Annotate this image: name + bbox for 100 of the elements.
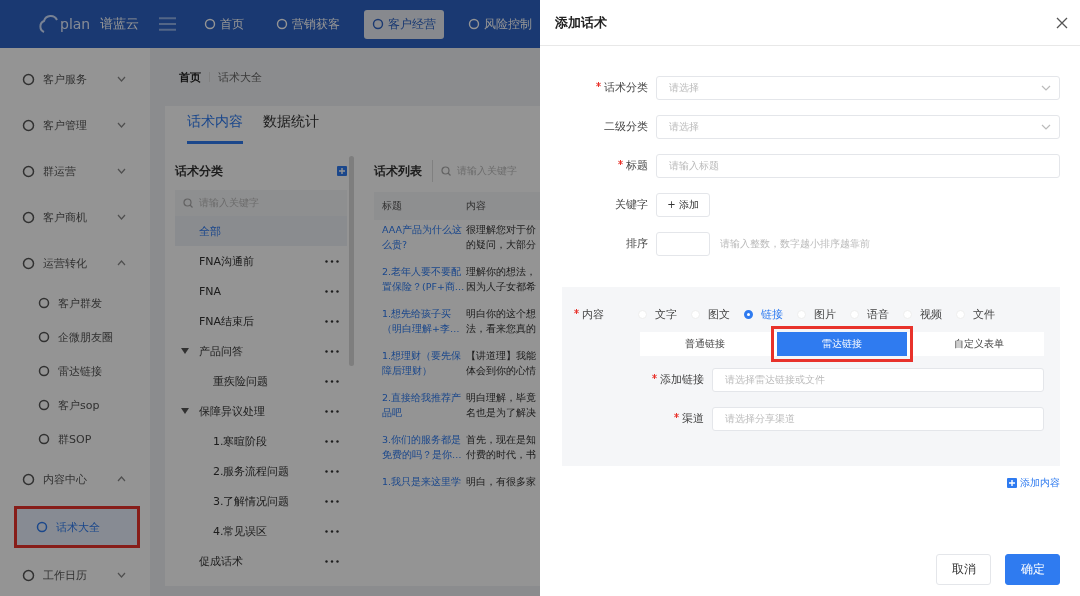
field-label: 添加链接	[660, 372, 704, 387]
brand-name: 谱蓝云	[100, 15, 140, 33]
sidebar-item[interactable]: 客户商机	[0, 194, 150, 240]
tab[interactable]: 数据统计	[263, 108, 319, 144]
tree-item[interactable]: 全部	[175, 216, 347, 246]
more-icon[interactable]	[325, 529, 339, 533]
radio-option[interactable]: 图文	[691, 307, 730, 322]
field-label: 标题	[626, 158, 648, 173]
radio-option[interactable]: 图片	[797, 307, 836, 322]
nav-icon	[372, 18, 384, 30]
nav-icon	[276, 18, 288, 30]
add-content-link[interactable]: 添加内容	[1007, 476, 1060, 490]
field-label: 关键字	[615, 197, 648, 212]
input-field[interactable]: 请输入标题	[656, 153, 1060, 178]
radio-option[interactable]: 语音	[850, 307, 889, 322]
sidebar-item[interactable]: 群SOP	[0, 422, 150, 456]
radio-option[interactable]: 视频	[903, 307, 942, 322]
tree-item[interactable]: FNA沟通前	[175, 246, 347, 276]
sidebar-item[interactable]: 企微朋友圈	[0, 320, 150, 354]
tree-item[interactable]: 促成话术	[175, 546, 347, 576]
circle-icon	[22, 472, 35, 486]
tree-item[interactable]: FNA	[175, 276, 347, 306]
nav-tab[interactable]: 风险控制	[460, 9, 540, 39]
more-icon[interactable]	[325, 349, 339, 353]
tree-item[interactable]: 4.常见误区	[175, 516, 347, 546]
table-cell-text: 【讲道理】我能体会到你的心情	[466, 349, 537, 378]
table-cell[interactable]: 2.老年人要不要配置保险？(PF+商…	[374, 264, 466, 294]
sidebar-item[interactable]: 内容中心	[0, 456, 150, 502]
plus-icon	[1007, 478, 1017, 488]
more-icon[interactable]	[325, 469, 339, 473]
tree-item[interactable]: 3.了解情况问题	[175, 486, 347, 516]
circle-icon	[22, 256, 35, 270]
sidebar-item[interactable]: 运营转化	[0, 240, 150, 286]
input-field[interactable]	[656, 231, 710, 256]
table-cell[interactable]: 3.你们的服务都是免费的吗？是你…	[374, 432, 466, 462]
plus-icon[interactable]	[337, 166, 347, 176]
more-icon[interactable]	[325, 409, 339, 413]
table-cell-text: 明白你的这个想法，看来您真的	[466, 307, 537, 336]
nav-tab[interactable]: 首页	[196, 9, 252, 39]
tree-item[interactable]: FNA结束后	[175, 306, 347, 336]
sidebar-item[interactable]: 客户群发	[0, 286, 150, 320]
logo-wordmark: plan	[60, 16, 91, 32]
tree-item[interactable]: 重疾险问题	[175, 366, 347, 396]
sidebar-item[interactable]: 工作日历	[0, 552, 150, 596]
more-icon[interactable]	[325, 499, 339, 503]
circle-icon	[38, 433, 50, 445]
table-cell-text: 理解你的想法，因为人子女都希	[466, 265, 537, 294]
table-cell[interactable]: 1.想先给孩子买（明白理解+李…	[374, 306, 466, 336]
sidebar-item[interactable]: 雷达链接	[0, 354, 150, 388]
tree-item[interactable]: 2.服务流程问题	[175, 456, 347, 486]
table-cell[interactable]: 1.我只是来这里学	[374, 474, 466, 489]
add-keyword-button[interactable]: + 添加	[656, 192, 710, 217]
radio-option[interactable]: 链接	[744, 307, 783, 322]
more-icon[interactable]	[325, 319, 339, 323]
table-cell-text: 明白理解，毕竟名也是为了解决	[466, 391, 537, 420]
field-label: 渠道	[682, 411, 704, 426]
cloud-logo-icon	[36, 14, 58, 34]
circle-icon	[22, 210, 35, 224]
tree-item[interactable]: 1.寒暄阶段	[175, 426, 347, 456]
sidebar-item[interactable]: 客户管理	[0, 102, 150, 148]
tab[interactable]: 话术内容	[187, 108, 243, 144]
tree-item[interactable]: 产品问答	[175, 336, 347, 366]
circle-icon	[38, 297, 50, 309]
more-icon[interactable]	[325, 439, 339, 443]
circle-icon	[22, 164, 35, 178]
breadcrumb-item[interactable]: 首页	[179, 69, 201, 85]
more-icon[interactable]	[325, 379, 339, 383]
confirm-button[interactable]: 确定	[1005, 554, 1060, 585]
segment-button[interactable]: 雷达链接	[777, 332, 907, 356]
table-cell[interactable]: 1.想理财（要先保障后理财）	[374, 348, 466, 378]
sidebar-item[interactable]: 客户服务	[0, 56, 150, 102]
nav-tab[interactable]: 营销获客	[268, 9, 348, 39]
table-cell[interactable]: AAA产品为什么这么贵?	[374, 222, 466, 252]
nav-tab[interactable]: 客户经营	[364, 9, 444, 39]
tree-item[interactable]: 保障异议处理	[175, 396, 347, 426]
column-header: 标题	[381, 199, 403, 213]
table-cell[interactable]: 2.直接给我推荐产品吧	[374, 390, 466, 420]
more-icon[interactable]	[325, 559, 339, 563]
radio-option[interactable]: 文件	[956, 307, 995, 322]
table-cell-text: 首先，现在是知付费的时代，书	[466, 433, 537, 462]
circle-icon	[22, 118, 35, 132]
field-label: 二级分类	[604, 119, 648, 134]
circle-icon	[38, 365, 50, 377]
sidebar-item[interactable]: 话术大全	[14, 506, 140, 548]
sidebar-item[interactable]: 群运营	[0, 148, 150, 194]
modal-overlay[interactable]	[0, 0, 540, 596]
field-label: 话术分类	[604, 80, 648, 95]
radio-option[interactable]: 文字	[638, 307, 677, 322]
search-icon	[183, 198, 193, 208]
circle-icon	[22, 72, 35, 86]
chevron-icon	[1041, 123, 1051, 130]
nav-icon	[468, 18, 480, 30]
table-cell-text: 明白，有很多家	[466, 475, 537, 489]
cancel-button[interactable]: 取消	[936, 554, 991, 585]
field-label: 内容	[582, 307, 604, 322]
close-icon[interactable]	[1056, 16, 1068, 29]
more-icon[interactable]	[325, 289, 339, 293]
circle-icon	[36, 521, 48, 533]
more-icon[interactable]	[325, 259, 339, 263]
sidebar-item[interactable]: 客户sop	[0, 388, 150, 422]
